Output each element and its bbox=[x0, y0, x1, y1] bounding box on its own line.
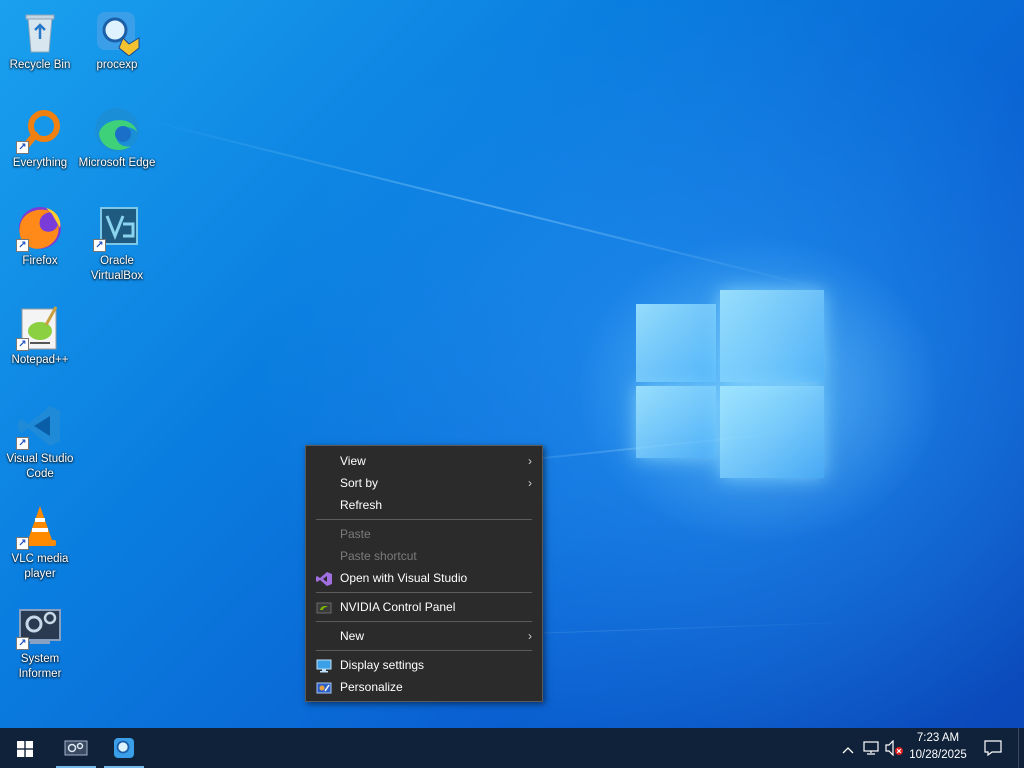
menu-item-display-settings[interactable]: Display settings bbox=[306, 654, 542, 676]
vscode-icon: ↗ bbox=[16, 402, 64, 450]
nvidia-icon bbox=[316, 600, 332, 614]
system-informer-icon bbox=[64, 737, 88, 764]
menu-item-label: Sort by bbox=[340, 476, 379, 490]
menu-separator bbox=[316, 519, 532, 520]
clock-time: 7:23 AM bbox=[916, 732, 960, 744]
volume-muted-icon bbox=[885, 739, 903, 761]
volume-tray-button[interactable] bbox=[882, 728, 906, 768]
shortcut-arrow-icon: ↗ bbox=[16, 239, 29, 252]
desktop-icon-label: System Informer bbox=[18, 653, 62, 680]
desktop-icon-vscode[interactable]: ↗ Visual Studio Code bbox=[0, 396, 80, 488]
network-icon bbox=[863, 741, 879, 760]
shortcut-arrow-icon: ↗ bbox=[93, 239, 106, 252]
notification-icon bbox=[984, 740, 1002, 761]
personalize-icon bbox=[316, 680, 332, 694]
menu-item-label: Display settings bbox=[340, 658, 425, 672]
network-tray-button[interactable] bbox=[860, 728, 882, 768]
menu-item-paste-shortcut: Paste shortcut bbox=[306, 545, 542, 567]
shortcut-arrow-icon: ↗ bbox=[16, 637, 29, 650]
shortcut-arrow-icon: ↗ bbox=[16, 338, 29, 351]
vlc-icon: ↗ bbox=[16, 502, 64, 550]
shortcut-arrow-icon: ↗ bbox=[16, 437, 29, 450]
start-button[interactable] bbox=[0, 728, 48, 768]
windows-logo-wallpaper bbox=[636, 290, 824, 480]
desktop-icon-label: VLC media player bbox=[11, 553, 69, 580]
submenu-arrow-icon: › bbox=[528, 629, 532, 643]
desktop-context-menu: View › Sort by › Refresh Paste Paste sho… bbox=[305, 445, 543, 702]
menu-item-label: Personalize bbox=[340, 680, 403, 694]
menu-separator bbox=[316, 592, 532, 593]
desktop-icon-label: Microsoft Edge bbox=[78, 157, 156, 169]
menu-item-open-with-visual-studio[interactable]: Open with Visual Studio bbox=[306, 567, 542, 589]
menu-item-label: View bbox=[340, 454, 366, 468]
everything-search-icon: ↗ bbox=[16, 106, 64, 154]
desktop-icon-notepadpp[interactable]: ↗ Notepad++ bbox=[0, 297, 80, 389]
procexp-icon bbox=[113, 737, 135, 764]
menu-item-label: Paste bbox=[340, 527, 371, 541]
menu-item-sort-by[interactable]: Sort by › bbox=[306, 472, 542, 494]
menu-item-label: Refresh bbox=[340, 498, 383, 512]
menu-item-label: Open with Visual Studio bbox=[340, 571, 468, 585]
menu-item-nvidia-control-panel[interactable]: NVIDIA Control Panel bbox=[306, 596, 542, 618]
show-desktop-button[interactable] bbox=[1018, 728, 1024, 768]
desktop-icon-firefox[interactable]: ↗ Firefox bbox=[0, 198, 80, 290]
clock-date: 10/28/2025 bbox=[909, 749, 967, 761]
menu-item-label: Paste shortcut bbox=[340, 549, 417, 563]
menu-item-paste: Paste bbox=[306, 523, 542, 545]
show-hidden-icons-button[interactable] bbox=[838, 728, 858, 768]
visual-studio-icon bbox=[316, 571, 332, 586]
desktop-icon-label: Firefox bbox=[22, 255, 58, 267]
submenu-arrow-icon: › bbox=[528, 476, 532, 490]
desktop-icon-procexp[interactable]: procexp bbox=[77, 2, 157, 94]
desktop-icon-label: Visual Studio Code bbox=[6, 453, 74, 480]
shortcut-arrow-icon: ↗ bbox=[16, 141, 29, 154]
action-center-button[interactable] bbox=[978, 728, 1008, 768]
menu-item-refresh[interactable]: Refresh bbox=[306, 494, 542, 516]
desktop-icon-everything[interactable]: ↗ Everything bbox=[0, 100, 80, 192]
shortcut-arrow-icon: ↗ bbox=[16, 537, 29, 550]
virtualbox-icon: ↗ bbox=[93, 204, 141, 252]
edge-icon bbox=[93, 106, 141, 154]
submenu-arrow-icon: › bbox=[528, 454, 532, 468]
firefox-icon: ↗ bbox=[16, 204, 64, 252]
display-icon bbox=[316, 658, 332, 673]
desktop-icon-recycle-bin[interactable]: Recycle Bin bbox=[0, 2, 80, 94]
desktop-icon-label: Notepad++ bbox=[11, 354, 69, 366]
menu-separator bbox=[316, 621, 532, 622]
clock-tray-button[interactable]: 7:23 AM 10/28/2025 bbox=[906, 728, 970, 768]
menu-item-label: New bbox=[340, 629, 365, 643]
menu-item-personalize[interactable]: Personalize bbox=[306, 676, 542, 698]
taskbar-app-system-informer[interactable] bbox=[56, 728, 96, 768]
menu-item-new[interactable]: New › bbox=[306, 625, 542, 647]
windows-start-icon bbox=[17, 741, 33, 762]
desktop-icon-vlc[interactable]: ↗ VLC media player bbox=[0, 496, 80, 588]
desktop-icon-oracle-virtualbox[interactable]: ↗ Oracle VirtualBox bbox=[77, 198, 157, 290]
desktop-icon-microsoft-edge[interactable]: Microsoft Edge bbox=[77, 100, 157, 192]
taskbar-app-procexp[interactable] bbox=[104, 728, 144, 768]
notepadpp-icon: ↗ bbox=[16, 303, 64, 351]
recycle-bin-icon bbox=[16, 8, 64, 56]
menu-separator bbox=[316, 650, 532, 651]
desktop-icon-label: procexp bbox=[96, 59, 138, 71]
desktop-icon-label: Everything bbox=[12, 157, 68, 169]
desktop-icon-label: Oracle VirtualBox bbox=[90, 255, 144, 282]
menu-item-label: NVIDIA Control Panel bbox=[340, 600, 456, 614]
procexp-icon bbox=[93, 8, 141, 57]
taskbar: 7:23 AM 10/28/2025 bbox=[0, 728, 1024, 768]
desktop-icon-label: Recycle Bin bbox=[9, 59, 71, 71]
wallpaper-light-ray bbox=[149, 120, 830, 292]
chevron-up-icon bbox=[842, 742, 854, 760]
system-informer-icon: ↗ bbox=[16, 602, 64, 650]
desktop-icon-system-informer[interactable]: ↗ System Informer bbox=[0, 596, 80, 688]
menu-item-view[interactable]: View › bbox=[306, 450, 542, 472]
